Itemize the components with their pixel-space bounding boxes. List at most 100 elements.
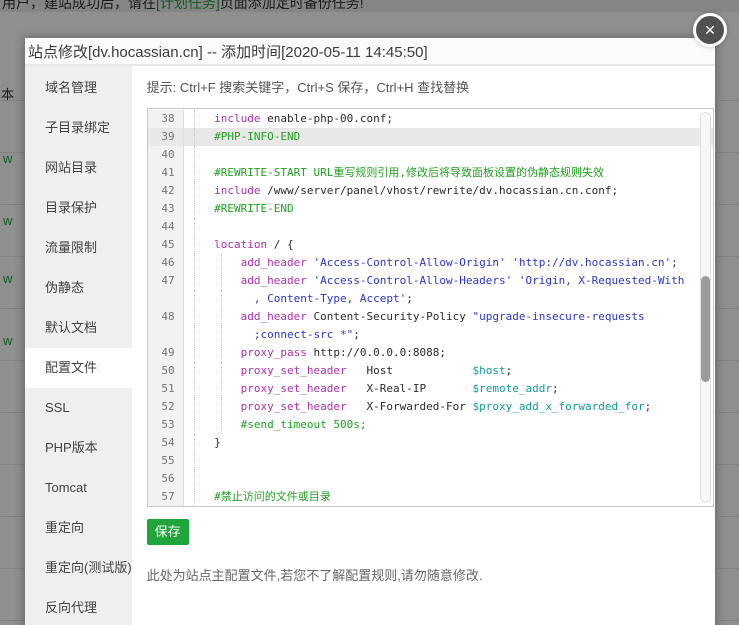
- code-line: 43 #REWRITE-END: [148, 200, 713, 218]
- indent-guide: [194, 344, 195, 362]
- code-token: [188, 400, 241, 413]
- sidebar-item[interactable]: 默认文档: [25, 308, 132, 348]
- indent-guide: [194, 380, 195, 398]
- code-token: [512, 274, 519, 287]
- code-token: $remote_addr: [472, 382, 551, 395]
- sidebar-item[interactable]: 伪静态: [25, 268, 132, 308]
- code-token: [188, 490, 215, 503]
- editor-scrollbar-thumb[interactable]: [701, 276, 710, 382]
- sidebar-item[interactable]: 反向代理: [25, 588, 132, 625]
- line-number: 46: [148, 254, 184, 272]
- line-number: 43: [148, 200, 184, 218]
- line-content: #禁止访问的文件或目录: [184, 488, 713, 506]
- code-token: include: [214, 184, 260, 197]
- code-token: proxy_set_header: [241, 400, 347, 413]
- line-content: proxy_pass http://0.0.0.0:8088;: [184, 344, 713, 362]
- indent-guide: [221, 254, 222, 272]
- main-panel: 提示: Ctrl+F 搜索关键字，Ctrl+S 保存，Ctrl+H 查找替换 3…: [132, 66, 715, 625]
- sidebar-item[interactable]: 网站目录: [25, 148, 132, 188]
- code-token: ;: [552, 382, 559, 395]
- line-content: proxy_set_header Host $host;: [184, 362, 713, 380]
- line-number: 53: [148, 416, 184, 434]
- indent-guide: [194, 434, 195, 452]
- config-code-editor[interactable]: 38 include enable-php-00.conf;39 #PHP-IN…: [147, 108, 714, 507]
- code-token: location: [214, 238, 267, 251]
- code-token: include: [214, 112, 260, 125]
- sidebar-item[interactable]: 子目录绑定: [25, 108, 132, 148]
- code-token: / {: [267, 238, 294, 251]
- indent-guide: [194, 308, 195, 326]
- line-number: 54: [148, 434, 184, 452]
- line-number: 38: [148, 110, 184, 128]
- indent-guide: [221, 344, 222, 362]
- sidebar-item[interactable]: 配置文件: [25, 348, 132, 388]
- code-token: [188, 346, 241, 359]
- code-token: add_header: [241, 256, 307, 269]
- indent-guide: [194, 128, 195, 146]
- indent-guide: [221, 308, 222, 326]
- code-line: 50 proxy_set_header Host $host;: [148, 362, 713, 380]
- sidebar-item[interactable]: Tomcat: [25, 468, 132, 508]
- indent-guide: [221, 290, 222, 308]
- indent-guide: [194, 452, 195, 470]
- code-token: #REWRITE-END: [214, 202, 293, 215]
- editor-scrollbar-track[interactable]: [700, 112, 711, 503]
- code-token: ;connect-src *": [254, 328, 353, 341]
- code-line: 56: [148, 470, 713, 488]
- code-line: 47 add_header 'Access-Control-Allow-Head…: [148, 272, 713, 290]
- line-number: 56: [148, 470, 184, 488]
- line-number: 48: [148, 308, 184, 326]
- indent-guide: [194, 146, 195, 164]
- line-content: include /www/server/panel/vhost/rewrite/…: [184, 182, 713, 200]
- config-note: 此处为站点主配置文件,若您不了解配置规则,请勿随意修改.: [147, 565, 699, 584]
- indent-guide: [221, 272, 222, 290]
- code-token: 'Origin, X-Requested-With: [519, 274, 685, 287]
- sidebar-item[interactable]: 流量限制: [25, 228, 132, 268]
- sidebar-item[interactable]: SSL: [25, 388, 132, 428]
- line-content: [184, 146, 713, 164]
- line-content: include enable-php-00.conf;: [184, 110, 713, 128]
- line-number: 47: [148, 272, 184, 290]
- line-number: 51: [148, 380, 184, 398]
- indent-guide: [194, 110, 195, 128]
- code-token: [188, 130, 215, 143]
- indent-guide: [194, 362, 195, 380]
- code-token: [188, 274, 241, 287]
- line-content: }: [184, 434, 713, 452]
- code-rows: 38 include enable-php-00.conf;39 #PHP-IN…: [148, 110, 713, 506]
- code-line: 57 #禁止访问的文件或目录: [148, 488, 713, 506]
- line-content: location / {: [184, 236, 713, 254]
- code-token: #REWRITE-START URL重写规则引用,修改后将导致面板设置的伪静态规…: [214, 166, 604, 179]
- code-line: 42 include /www/server/panel/vhost/rewri…: [148, 182, 713, 200]
- sidebar-item[interactable]: 重定向(测试版): [25, 548, 132, 588]
- code-line: 51 proxy_set_header X-Real-IP $remote_ad…: [148, 380, 713, 398]
- code-line: 41 #REWRITE-START URL重写规则引用,修改后将导致面板设置的伪…: [148, 164, 713, 182]
- code-token: http://0.0.0.0:8088;: [307, 346, 446, 359]
- sidebar: 域名管理子目录绑定网站目录目录保护流量限制伪静态默认文档配置文件SSLPHP版本…: [25, 66, 132, 625]
- sidebar-item[interactable]: 域名管理: [25, 68, 132, 108]
- code-token: proxy_set_header: [241, 382, 347, 395]
- sidebar-item[interactable]: 目录保护: [25, 188, 132, 228]
- code-token: #禁止访问的文件或目录: [214, 490, 331, 503]
- code-line: 53 #send_timeout 500s;: [148, 416, 713, 434]
- code-token: ;: [406, 292, 413, 305]
- line-content: [184, 470, 713, 488]
- code-token: 'Access-Control-Allow-Headers': [314, 274, 513, 287]
- sidebar-item[interactable]: PHP版本: [25, 428, 132, 468]
- line-content: #REWRITE-START URL重写规则引用,修改后将导致面板设置的伪静态规…: [184, 164, 713, 182]
- code-line: 44: [148, 218, 713, 236]
- code-line: 46 add_header 'Access-Control-Allow-Orig…: [148, 254, 713, 272]
- dialog-title: 站点修改[dv.hocassian.cn] -- 添加时间[2020-05-11…: [25, 38, 715, 66]
- code-token: ;: [671, 256, 678, 269]
- indent-guide: [194, 290, 195, 308]
- line-content: [184, 218, 713, 236]
- close-icon: ✕: [704, 22, 716, 39]
- sidebar-item[interactable]: 重定向: [25, 508, 132, 548]
- line-number: 44: [148, 218, 184, 236]
- indent-guide: [194, 236, 195, 254]
- save-button[interactable]: 保存: [147, 519, 189, 545]
- indent-guide: [221, 416, 222, 434]
- indent-guide: [194, 470, 195, 488]
- code-token: $host: [472, 364, 505, 377]
- close-button[interactable]: ✕: [693, 13, 727, 47]
